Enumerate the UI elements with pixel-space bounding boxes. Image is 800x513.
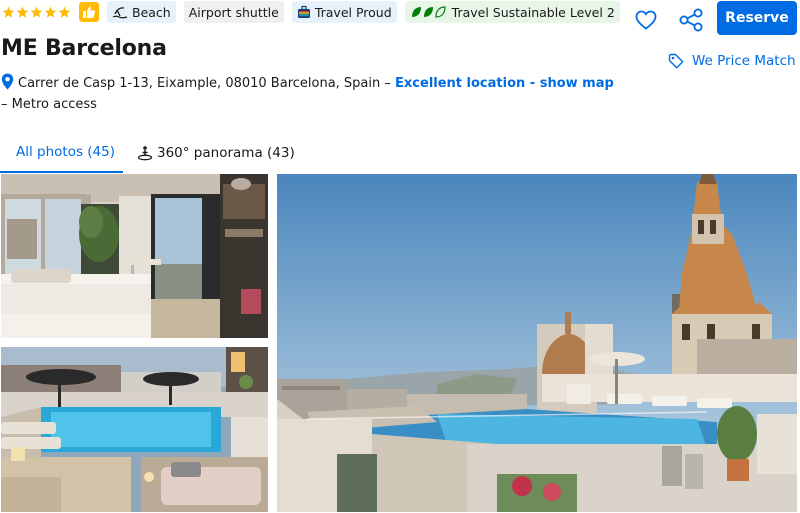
rooftop-pool-photo[interactable] (277, 174, 797, 512)
star-icon (30, 6, 43, 18)
sustainable-label: Travel Sustainable Level 2 (451, 4, 615, 20)
sustainable-badge[interactable]: Travel Sustainable Level 2 (404, 1, 620, 23)
tab-all-photos[interactable]: All photos (45) (0, 133, 123, 173)
star-icon (58, 6, 71, 18)
address-separator: – (380, 76, 396, 91)
star-icon (44, 6, 57, 18)
hotel-room-image (1, 174, 268, 338)
heart-icon[interactable] (634, 8, 658, 32)
address-text: Carrer de Casp 1-13, Eixample, 08010 Bar… (18, 76, 381, 91)
indoor-pool-image (1, 347, 268, 512)
address-extra: Metro access (11, 97, 97, 112)
tab-all-photos-label: All photos (45) (16, 144, 116, 160)
price-match-link[interactable]: We Price Match (668, 53, 796, 69)
beach-icon (112, 7, 128, 19)
price-match-label: We Price Match (692, 53, 796, 69)
panorama-icon (137, 146, 153, 161)
leaf-icon (411, 6, 446, 18)
airport-shuttle-label: Airport shuttle (188, 4, 279, 20)
thumbs-up-icon[interactable] (79, 2, 99, 22)
badge-row: Beach Airport shuttle Travel Proud Trave… (0, 1, 620, 23)
tab-panorama[interactable]: 360° panorama (43) (123, 133, 311, 173)
address: Carrer de Casp 1-13, Eixample, 08010 Bar… (1, 73, 621, 115)
share-icon[interactable] (678, 8, 704, 32)
airport-shuttle-badge[interactable]: Airport shuttle (183, 1, 284, 23)
photo-tabs: All photos (45) 360° panorama (43) (0, 133, 800, 173)
show-map-link[interactable]: Excellent location - show map (395, 76, 614, 91)
beach-badge-label: Beach (132, 4, 171, 20)
hotel-room-photo[interactable] (1, 174, 268, 338)
travel-proud-icon (297, 5, 310, 18)
tab-panorama-label: 360° panorama (43) (157, 145, 295, 161)
star-icon (16, 6, 29, 18)
address-separator: – (1, 97, 12, 112)
beach-badge[interactable]: Beach (107, 1, 176, 23)
travel-proud-label: Travel Proud (314, 4, 392, 20)
reserve-button[interactable]: Reserve (717, 1, 797, 35)
indoor-pool-photo[interactable] (1, 347, 268, 512)
page-title: ME Barcelona (1, 36, 167, 61)
tag-icon (668, 53, 684, 69)
travel-proud-badge[interactable]: Travel Proud (291, 1, 397, 23)
map-pin-icon (1, 73, 14, 90)
star-icon (2, 6, 15, 18)
rooftop-pool-image (277, 174, 797, 512)
star-rating (2, 6, 71, 19)
